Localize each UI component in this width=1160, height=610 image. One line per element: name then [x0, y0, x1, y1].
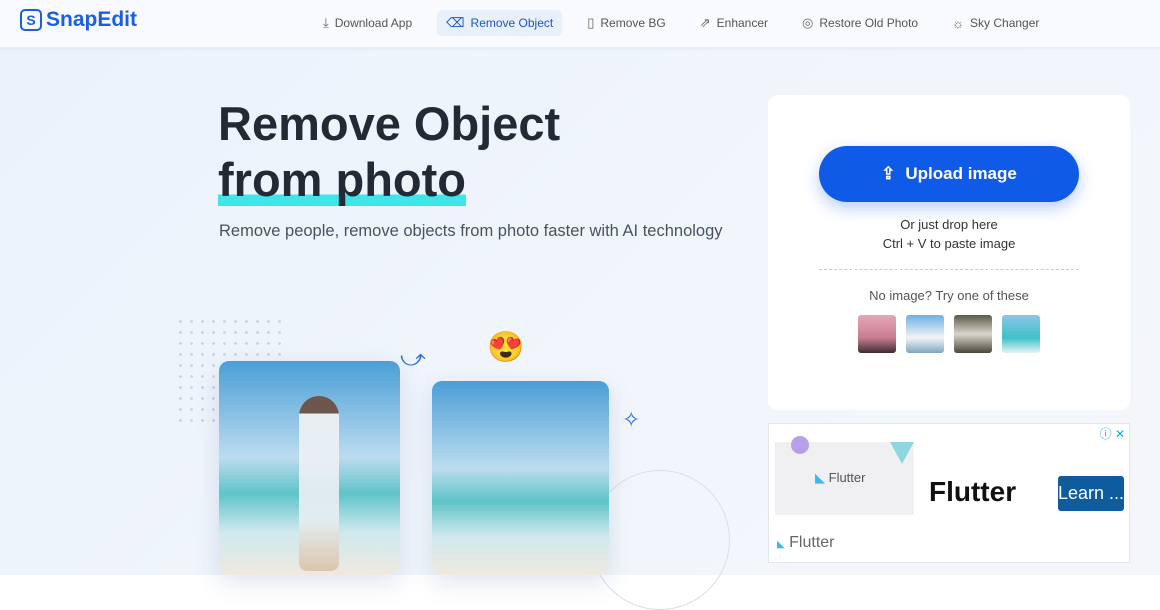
- upload-label: Upload image: [905, 164, 1017, 183]
- ad-title: Flutter: [929, 476, 1017, 507]
- sparkle-icon: ✧: [622, 407, 641, 432]
- sample-image[interactable]: [954, 315, 992, 353]
- decorative-rings: [590, 470, 730, 610]
- drop-hint: Or just drop here: [900, 217, 998, 232]
- flutter-logo-icon: ◣ Flutter: [815, 470, 866, 485]
- nav-label: Restore Old Photo: [819, 16, 919, 30]
- ad-footer: ◣ Flutter: [777, 534, 835, 551]
- sample-image[interactable]: [906, 315, 944, 353]
- nav-label: Remove Object: [470, 16, 554, 30]
- nav-label: Remove BG: [600, 16, 666, 30]
- paste-hint: Ctrl + V to paste image: [882, 236, 1016, 251]
- sample-images: [858, 315, 1040, 353]
- ad-info-close-icon[interactable]: ⓘ ✕: [1100, 425, 1125, 442]
- upload-card: ⇪ Upload image Or just drop here Ctrl + V…: [768, 95, 1130, 410]
- brand-name: SnapEdit: [46, 8, 138, 31]
- nav-label: Enhancer: [716, 16, 769, 30]
- logo[interactable]: S SnapEdit: [20, 8, 137, 32]
- curved-arrow-icon: ⤻: [400, 345, 426, 372]
- sample-image[interactable]: [1002, 315, 1040, 353]
- sky-icon: ☼: [952, 15, 965, 31]
- upload-image-button[interactable]: ⇪ Upload image: [819, 146, 1079, 202]
- remove-bg-icon: ▯: [587, 15, 595, 30]
- before-photo: [219, 361, 400, 575]
- subtitle: Remove people, remove objects from photo…: [219, 222, 723, 240]
- title-line-1: Remove Object: [218, 97, 561, 150]
- nav-enhancer[interactable]: ⇗ Enhancer: [691, 10, 777, 36]
- page-title: Remove Object from photo: [218, 96, 560, 208]
- nav-sky-changer[interactable]: ☼ Sky Changer: [943, 10, 1048, 36]
- title-line-2: from photo: [218, 153, 466, 206]
- nav-download-app[interactable]: ⤓ Download App: [314, 10, 421, 36]
- download-icon: ⤓: [323, 15, 329, 30]
- nav-remove-object[interactable]: ⌫ Remove Object: [437, 10, 563, 36]
- divider: [819, 269, 1079, 270]
- couple-figure: [299, 396, 339, 571]
- nav-restore-old-photo[interactable]: ◎ Restore Old Photo: [793, 10, 927, 36]
- no-image-label: No image? Try one of these: [869, 288, 1029, 303]
- nav-remove-bg[interactable]: ▯ Remove BG: [578, 10, 675, 36]
- nav-label: Sky Changer: [970, 16, 1040, 30]
- after-photo: [432, 381, 609, 575]
- restore-icon: ◎: [802, 15, 814, 30]
- ad-image: ◣ Flutter: [775, 436, 914, 515]
- upload-icon: ⇪: [881, 164, 896, 183]
- nav-label: Download App: [334, 16, 413, 30]
- top-nav: S SnapEdit ⤓ Download App ⌫ Remove Object …: [0, 0, 1160, 48]
- heart-eyes-emoji-icon: 😍: [487, 331, 525, 364]
- eraser-icon: ⌫: [446, 15, 465, 30]
- learn-more-button[interactable]: Learn ...: [1058, 476, 1124, 511]
- logo-icon: S: [20, 9, 42, 31]
- enhance-icon: ⇗: [699, 15, 711, 30]
- sample-image[interactable]: [858, 315, 896, 353]
- ad-footer-text: Flutter: [789, 534, 835, 551]
- ad-image-text: Flutter: [828, 470, 866, 485]
- advertisement[interactable]: ⓘ ✕ ◣ Flutter Flutter Learn ... ◣ Flutte…: [768, 423, 1130, 563]
